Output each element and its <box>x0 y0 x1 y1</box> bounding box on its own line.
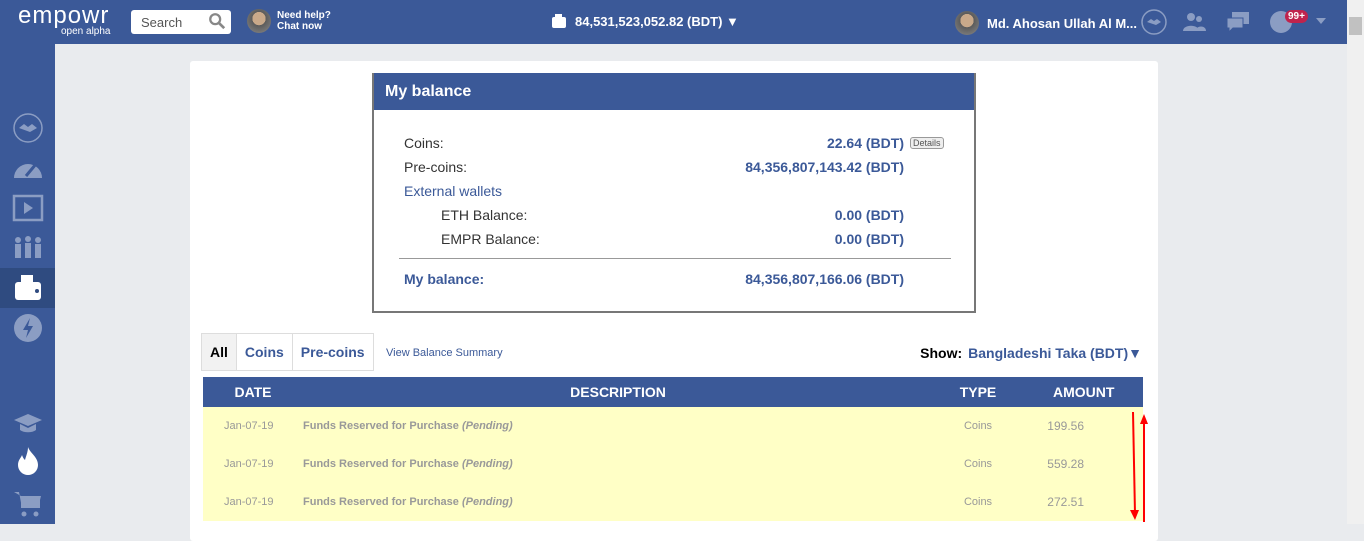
col-description: DESCRIPTION <box>303 377 933 407</box>
filter-tabs: All Coins Pre-coins <box>201 333 374 371</box>
scroll-annotation-arrows <box>1130 411 1148 522</box>
search-icon[interactable] <box>208 12 226 30</box>
sidebar-item-shop[interactable] <box>0 484 55 524</box>
people-icon <box>14 236 41 258</box>
wallet-icon <box>14 275 41 300</box>
wallet-icon <box>552 14 566 28</box>
handshake-icon[interactable] <box>1141 9 1167 35</box>
precoins-row: Pre-coins: 84,356,807,143.42 (BDT) <box>404 159 904 175</box>
handshake-icon <box>12 113 43 143</box>
friends-icon[interactable] <box>1181 9 1207 35</box>
row-description: Funds Reserved for Purchase (Pending) <box>303 483 933 521</box>
col-date: DATE <box>203 377 303 407</box>
support-avatar <box>247 9 271 33</box>
table-row[interactable]: Jan-07-19 Funds Reserved for Purchase (Pe… <box>203 445 1143 483</box>
total-row: My balance: 84,356,807,166.06 (BDT) <box>404 271 904 287</box>
sidebar-item-boost[interactable] <box>0 308 55 348</box>
speedometer-icon <box>13 163 42 178</box>
divider <box>399 258 951 259</box>
row-status: (Pending) <box>461 496 513 508</box>
tab-all[interactable]: All <box>202 334 236 370</box>
row-date: Jan-07-19 <box>203 483 303 521</box>
row-date: Jan-07-19 <box>203 407 303 445</box>
fire-icon <box>17 447 38 475</box>
sidebar-item-videos[interactable] <box>0 188 55 228</box>
transactions-table: DATE DESCRIPTION TYPE AMOUNT Jan-07-19 Fu… <box>203 377 1143 521</box>
sidebar-item-wallet[interactable] <box>0 268 55 308</box>
row-description: Funds Reserved for Purchase (Pending) <box>303 407 933 445</box>
col-amount: AMOUNT <box>1023 377 1143 407</box>
row-status: (Pending) <box>461 420 513 432</box>
balance-panel-title: My balance <box>374 73 974 110</box>
table-row[interactable]: Jan-07-19 Funds Reserved for Purchase (Pe… <box>203 483 1143 521</box>
graduation-cap-icon <box>13 414 42 433</box>
tab-coins[interactable]: Coins <box>235 334 292 370</box>
tab-pre-coins[interactable]: Pre-coins <box>291 334 373 370</box>
coins-row: Coins: 22.64 (BDT) <box>404 135 904 151</box>
play-icon <box>12 194 43 222</box>
sidebar-item-deals[interactable] <box>0 108 55 148</box>
lightning-icon <box>13 314 42 342</box>
row-date: Jan-07-19 <box>203 445 303 483</box>
row-type: Coins <box>933 483 1023 521</box>
content-card: My balance Coins: 22.64 (BDT) Details Pre… <box>190 61 1158 541</box>
row-status: (Pending) <box>461 458 513 470</box>
currency-selector[interactable]: Show: Bangladeshi Taka (BDT)▼ <box>920 345 1142 361</box>
chevron-down-icon[interactable] <box>1316 18 1326 26</box>
search-input[interactable]: Search <box>131 10 231 34</box>
row-type: Coins <box>933 445 1023 483</box>
eth-row: ETH Balance: 0.00 (BDT) <box>441 207 904 223</box>
view-balance-summary-link[interactable]: View Balance Summary <box>386 347 503 359</box>
empr-row: EMPR Balance: 0.00 (BDT) <box>441 231 904 247</box>
scrollbar[interactable] <box>1347 0 1364 524</box>
user-avatar <box>955 11 979 35</box>
user-profile[interactable]: Md. Ahosan Ullah Al M... <box>955 11 1137 35</box>
logo[interactable]: empowr open alpha <box>18 4 111 37</box>
balance-panel: My balance Coins: 22.64 (BDT) Details Pre… <box>372 73 976 313</box>
sidebar-item-people[interactable] <box>0 228 55 268</box>
notification-badge: 99+ <box>1285 10 1308 23</box>
cart-icon <box>13 492 41 517</box>
table-row[interactable]: Jan-07-19 Funds Reserved for Purchase (Pe… <box>203 407 1143 445</box>
top-bar: empowr open alpha Search Need help? Chat n… <box>0 0 1347 44</box>
col-type: TYPE <box>933 377 1023 407</box>
sidebar-item-trending[interactable] <box>0 441 55 481</box>
sidebar-item-dashboard[interactable] <box>0 148 55 188</box>
external-wallets-link[interactable]: External wallets <box>404 183 904 199</box>
header-balance[interactable]: 84,531,523,052.82 (BDT) ▼ <box>551 13 739 29</box>
chat-help[interactable]: Need help? Chat now <box>247 9 331 33</box>
row-description: Funds Reserved for Purchase (Pending) <box>303 445 933 483</box>
sidebar <box>0 44 55 524</box>
details-button[interactable]: Details <box>910 137 944 149</box>
sidebar-item-learn[interactable] <box>0 404 55 444</box>
messages-icon[interactable] <box>1225 9 1251 35</box>
row-type: Coins <box>933 407 1023 445</box>
